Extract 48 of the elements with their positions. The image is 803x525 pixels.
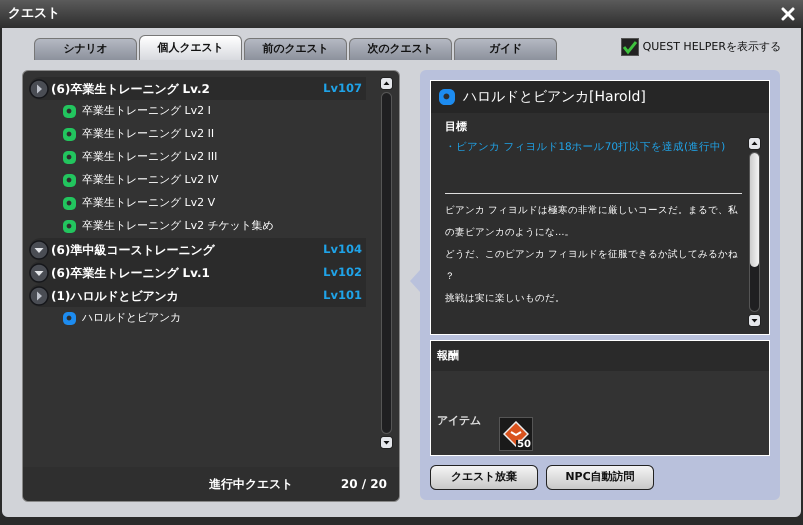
- scroll-down-icon[interactable]: [380, 436, 393, 449]
- window-title: クエスト: [8, 5, 60, 24]
- quest-group-row[interactable]: (6)卒業生トレーニング Lv.1 Lv102: [29, 261, 366, 284]
- item-count: 50: [516, 440, 532, 450]
- level-label: Lv104: [323, 240, 362, 258]
- reward-heading: 報酬: [437, 348, 459, 364]
- description-text: どうだ、このビアンカ フィヨルドを征服できるか試してみるかね: [445, 248, 740, 262]
- tab[interactable]: ガイド: [454, 38, 557, 60]
- tab[interactable]: 前のクエスト: [244, 38, 347, 60]
- goal-text: ・ビアンカ フィヨルド18ホール70打以下を達成(進行中): [445, 140, 726, 154]
- quest-icon: [439, 89, 455, 105]
- checkbox[interactable]: [620, 38, 639, 56]
- level-label: Lv102: [323, 264, 362, 281]
- count-label: 進行中クエスト: [208, 476, 293, 493]
- item-label: アイテム: [437, 412, 481, 428]
- action-button[interactable]: クエスト放棄: [430, 465, 538, 490]
- count-value: 20 / 20: [340, 476, 387, 493]
- checkbox-label: QUEST HELPERを表示する: [642, 38, 781, 55]
- quest-item[interactable]: 卒業生トレーニング Lv2 II: [29, 123, 366, 146]
- scroll-up-icon[interactable]: [748, 137, 761, 150]
- play-icon[interactable]: [29, 78, 49, 98]
- quest-group-row[interactable]: (1)ハロルドとビアンカ Lv101: [29, 284, 366, 307]
- quest-item[interactable]: 卒業生トレーニング Lv2 IV: [29, 169, 366, 192]
- scroll-down-icon[interactable]: [748, 314, 761, 327]
- quest-item[interactable]: 卒業生トレーニング Lv2 V: [29, 192, 366, 215]
- quest-item[interactable]: 卒業生トレーニング Lv2 チケット集め: [29, 215, 366, 238]
- goal-heading: 目標: [445, 119, 468, 135]
- quest-title: ハロルドとビアンカ[Harold]: [463, 88, 646, 106]
- quest-item[interactable]: ハロルドとビアンカ: [29, 307, 366, 330]
- play-icon[interactable]: [29, 286, 49, 306]
- quest-item[interactable]: 卒業生トレーニング Lv2 I: [29, 100, 366, 123]
- quest-item[interactable]: 卒業生トレーニング Lv2 III: [29, 146, 366, 169]
- reward-item-slot[interactable]: 50: [499, 417, 533, 451]
- action-button[interactable]: NPC自動訪問: [546, 465, 654, 490]
- level-label: Lv107: [323, 80, 362, 97]
- quest-group-row[interactable]: (6)準中級コーストレーニング Lv104: [29, 238, 366, 261]
- description-text: ？: [445, 270, 456, 284]
- scrollbar-thumb[interactable]: [750, 153, 759, 267]
- description-text: 挑戦は実に楽しいものだ。: [445, 292, 566, 306]
- level-label: Lv101: [323, 286, 362, 304]
- check-icon: [622, 39, 638, 55]
- tab[interactable]: シナリオ: [34, 38, 137, 60]
- quest-group-row[interactable]: (6)卒業生トレーニング Lv.2 Lv107: [29, 77, 366, 100]
- scroll-up-icon[interactable]: [380, 77, 393, 90]
- tab[interactable]: 次のクエスト: [349, 38, 452, 60]
- tab[interactable]: 個人クエスト: [139, 35, 242, 60]
- close-icon[interactable]: [781, 7, 795, 21]
- description-text: ビアンカ フィヨルドは極寒の非常に厳しいコースだ。まるで、私の妻ビアンカのようにな…。: [445, 204, 740, 240]
